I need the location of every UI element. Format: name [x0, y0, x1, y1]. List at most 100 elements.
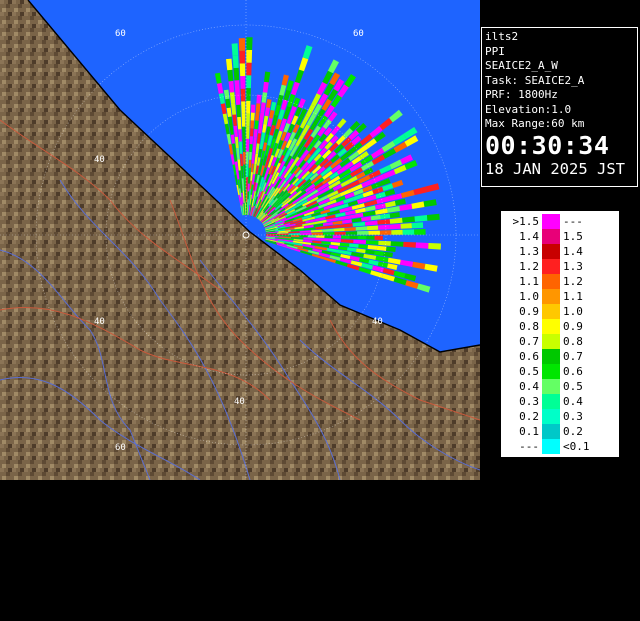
- legend-low-label: 1.3: [519, 245, 539, 258]
- legend-high-label: 1.2: [563, 275, 583, 288]
- echo-cell: [411, 222, 424, 229]
- legend-swatch: [542, 394, 560, 409]
- legend-row: >1.5 ---: [501, 214, 619, 229]
- legend-high-label: 0.9: [563, 320, 583, 333]
- legend-swatch: [542, 244, 560, 259]
- legend-row: 0.2 0.3: [501, 409, 619, 424]
- legend-row: 0.5 0.6: [501, 364, 619, 379]
- elevation-value: Elevation:1.0: [485, 102, 572, 116]
- legend-row: 1.4 1.5: [501, 229, 619, 244]
- legend-swatch: [542, 334, 560, 349]
- legend-high-label: <0.1: [563, 440, 590, 453]
- echo-cell: [428, 243, 441, 250]
- echo-cell: [332, 235, 342, 239]
- echo-cell: [366, 235, 375, 240]
- echo-cell: [307, 235, 317, 238]
- task-name: Task: SEAICE2_A: [485, 73, 585, 87]
- legend-swatch: [542, 229, 560, 244]
- legend-swatch: [542, 214, 560, 229]
- echo-cell: [334, 231, 346, 235]
- legend-row: 1.3 1.4: [501, 244, 619, 259]
- legend-swatch: [542, 259, 560, 274]
- legend-high-label: 1.4: [563, 245, 583, 258]
- legend-high-label: 0.4: [563, 395, 583, 408]
- range-label: 40: [234, 397, 245, 407]
- legend-swatch: [542, 364, 560, 379]
- scan-time: 00:30:34: [485, 130, 610, 160]
- legend-row: --- <0.1: [501, 439, 619, 454]
- legend-row: 0.8 0.9: [501, 319, 619, 334]
- echo-cell: [243, 151, 246, 165]
- legend-low-label: 0.7: [519, 335, 539, 348]
- legend-low-label: 0.1: [519, 425, 539, 438]
- echo-cell: [246, 138, 250, 152]
- echo-cell: [234, 80, 240, 93]
- echo-cell: [316, 235, 325, 238]
- legend-low-label: 0.5: [519, 365, 539, 378]
- legend-swatch: [542, 439, 560, 454]
- legend-swatch: [542, 304, 560, 319]
- echo-cell: [246, 88, 251, 101]
- echo-cell: [400, 223, 412, 229]
- legend-low-label: 0.2: [519, 410, 539, 423]
- legend-swatch: [542, 379, 560, 394]
- range-label: 40: [94, 317, 105, 327]
- legend-row: 0.6 0.7: [501, 349, 619, 364]
- legend-swatch: [542, 424, 560, 439]
- echo-cell: [291, 235, 300, 237]
- echo-cell: [241, 101, 246, 114]
- echo-cell: [368, 230, 380, 235]
- echo-cell: [246, 62, 252, 76]
- echo-cell: [241, 113, 246, 127]
- range-label: 60: [115, 443, 126, 453]
- range-label: 40: [372, 317, 383, 327]
- legend-low-label: 0.8: [519, 320, 539, 333]
- legend-high-label: 1.5: [563, 230, 583, 243]
- legend-low-label: 1.2: [519, 260, 539, 273]
- legend-low-label: 1.0: [519, 290, 539, 303]
- echo-cell: [250, 120, 255, 129]
- legend-low-label: 1.1: [519, 275, 539, 288]
- echo-cell: [357, 235, 367, 240]
- legend-high-label: 0.5: [563, 380, 583, 393]
- scan-info-panel: ilts2 PPI SEAICE2_A_W Task: SEAICE2_A PR…: [481, 27, 638, 187]
- legend-high-label: 0.6: [563, 365, 583, 378]
- echo-cell: [249, 151, 252, 160]
- legend-row: 0.3 0.4: [501, 394, 619, 409]
- echo-cell: [250, 128, 254, 137]
- echo-cell: [366, 225, 379, 231]
- echo-cell: [390, 241, 404, 247]
- range-label: 60: [115, 29, 126, 39]
- legend-row: 1.2 1.3: [501, 259, 619, 274]
- echo-cell: [379, 230, 392, 235]
- legend-low-label: 0.4: [519, 380, 539, 393]
- legend-high-label: 0.7: [563, 350, 583, 363]
- legend-title: Spectrum Width in m/s: [601, 494, 612, 621]
- legend-low-label: 1.4: [519, 230, 539, 243]
- echo-cell: [345, 231, 358, 235]
- echo-cell: [240, 76, 246, 89]
- echo-cell: [389, 223, 401, 230]
- max-range-value: Max Range:60 km: [485, 117, 585, 130]
- echo-cell: [357, 230, 369, 235]
- legend-row: 0.4 0.5: [501, 379, 619, 394]
- echo-cell: [246, 113, 250, 127]
- echo-cell: [299, 235, 308, 238]
- color-legend: >1.5 --- 1.4 1.5 1.3 1.4 1.2 1.3 1.1 1.2 1.0 1.1 0.9…: [499, 209, 621, 621]
- legend-high-label: 1.3: [563, 260, 583, 273]
- echo-cell: [250, 112, 255, 121]
- legend-low-label: ---: [519, 440, 539, 453]
- echo-cell: [323, 232, 335, 235]
- legend-row: 1.1 1.2: [501, 274, 619, 289]
- echo-cell: [233, 67, 240, 81]
- legend-row: 0.7 0.8: [501, 334, 619, 349]
- echo-cell: [238, 38, 245, 51]
- echo-cell: [246, 37, 253, 50]
- scan-name: SEAICE2_A_W: [485, 59, 558, 72]
- echo-cell: [246, 75, 252, 89]
- legend-low-label: 0.6: [519, 350, 539, 363]
- echo-cell: [250, 104, 256, 113]
- echo-cell: [242, 126, 246, 140]
- legend-low-label: >1.5: [512, 215, 540, 228]
- range-label: 40: [94, 155, 105, 165]
